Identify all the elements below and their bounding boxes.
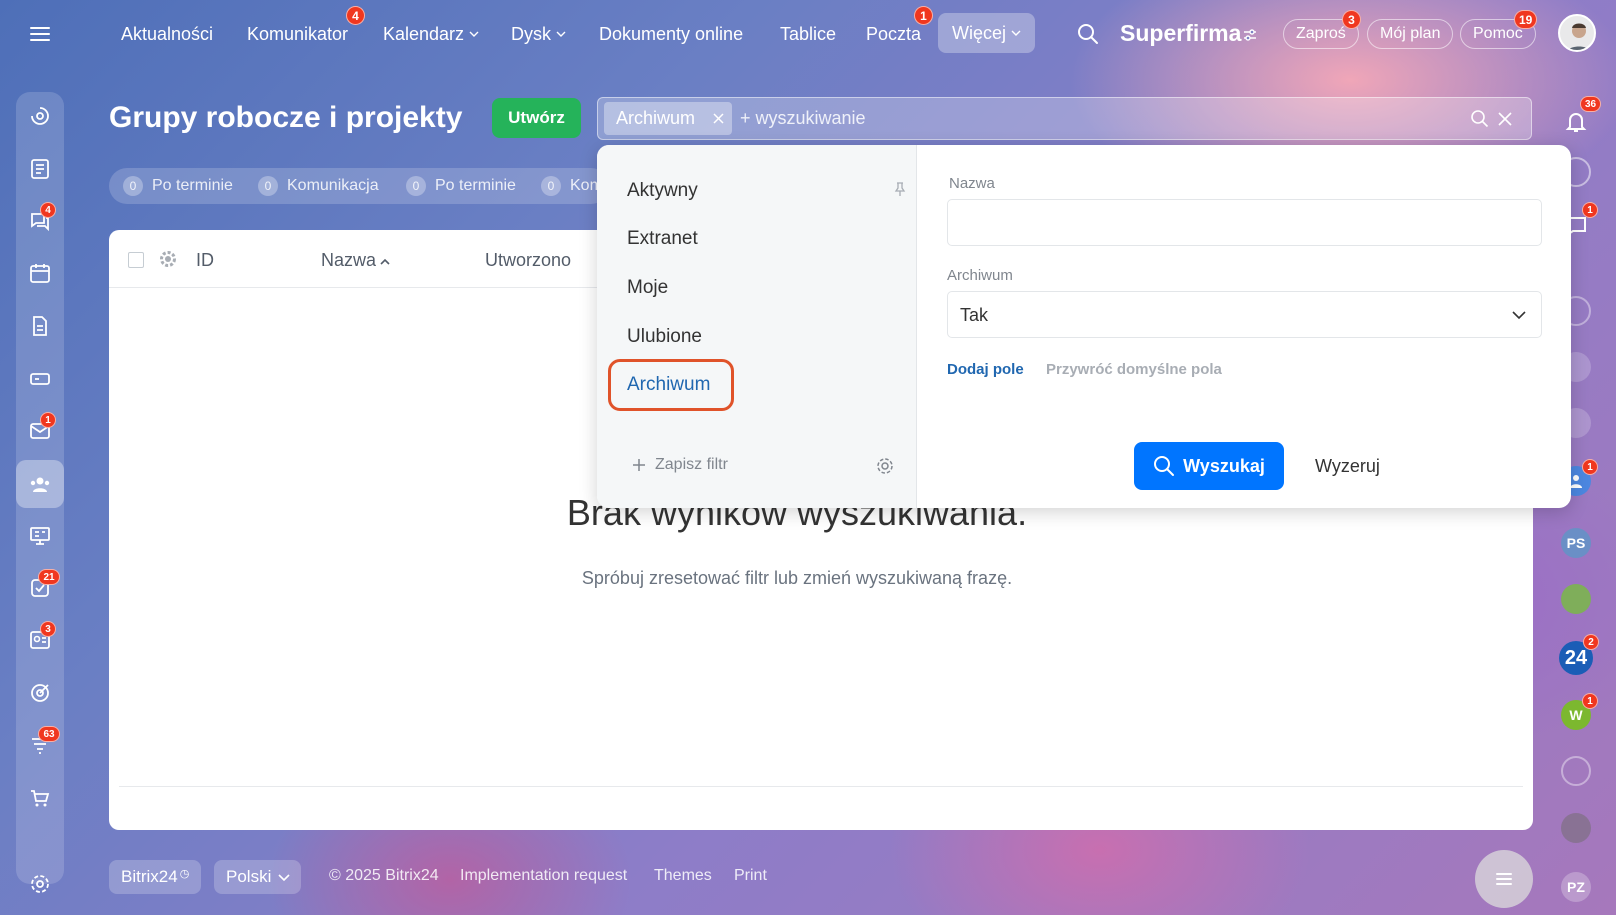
chat-support-badge: 1	[1582, 202, 1598, 218]
counter-item[interactable]: 0 Po terminie	[123, 168, 233, 204]
chevron-down-icon	[469, 31, 479, 37]
preset-aktywny[interactable]: Aktywny	[627, 180, 698, 202]
chat-fab-button[interactable]	[1475, 850, 1533, 908]
chevron-down-icon	[278, 874, 290, 882]
search-button[interactable]: Wyszukaj	[1134, 442, 1284, 490]
document-icon[interactable]	[28, 314, 52, 338]
column-header-id[interactable]: ID	[196, 250, 214, 271]
settings-sliders-icon[interactable]	[1242, 27, 1258, 43]
messenger-sidebar-badge: 4	[40, 202, 56, 218]
tasks-sidebar-badge: 21	[38, 569, 60, 585]
counter-item[interactable]: 0 Kom	[541, 168, 603, 204]
preset-ulubione[interactable]: Ulubione	[627, 326, 702, 348]
footer-divider	[119, 786, 1523, 787]
list-icon	[1496, 873, 1512, 885]
invite-badge: 3	[1342, 10, 1361, 29]
nav-wiecej[interactable]: Więcej	[938, 13, 1036, 53]
bitrix24-badge: 2	[1583, 634, 1599, 650]
chat-bubble-icon[interactable]	[1561, 584, 1591, 614]
column-header-name[interactable]: Nazwa	[321, 250, 376, 271]
avatar[interactable]	[1558, 14, 1596, 52]
copyright-text: © 2025 Bitrix24	[329, 867, 439, 884]
implementation-request-link[interactable]: Implementation request	[460, 867, 627, 885]
gear-icon[interactable]	[875, 456, 895, 476]
poczta-badge: 1	[914, 6, 933, 25]
brand-name[interactable]: Superfirma	[1120, 20, 1241, 47]
clock-icon: ◷	[179, 867, 190, 880]
nav-tablice[interactable]: Tablice	[780, 0, 836, 68]
search-icon[interactable]	[1470, 109, 1490, 129]
menu-icon[interactable]	[28, 22, 52, 46]
counter-item[interactable]: 0 Po terminie	[406, 168, 516, 204]
gear-icon[interactable]	[28, 872, 52, 896]
crm-sync-icon[interactable]	[28, 104, 52, 128]
funnel-sidebar-badge: 63	[38, 726, 60, 742]
ps-avatar[interactable]: PS	[1561, 528, 1591, 558]
drive-icon[interactable]	[28, 366, 52, 390]
nav-kalendarz[interactable]: Kalendarz	[383, 0, 479, 68]
name-field-label: Nazwa	[949, 175, 995, 192]
help-badge: 19	[1514, 10, 1538, 29]
gear-icon[interactable]	[159, 250, 177, 268]
save-filter-button[interactable]: Zapisz filtr	[631, 456, 728, 474]
search-input[interactable]: + wyszukiwanie	[740, 108, 866, 129]
presentation-icon[interactable]	[28, 524, 52, 548]
workgroups-icon[interactable]	[28, 472, 52, 496]
name-input[interactable]	[947, 199, 1542, 246]
column-header-created[interactable]: Utworzono	[485, 250, 571, 271]
search-icon[interactable]	[1077, 23, 1099, 45]
archive-select-value: Tak	[960, 305, 989, 325]
shop-cart-icon[interactable]	[28, 786, 52, 810]
filter-presets-panel: Aktywny Extranet Moje Ulubione Archiwum …	[597, 145, 917, 508]
preset-extranet[interactable]: Extranet	[627, 228, 698, 250]
counters-bar: 0 Po terminie 0 Komunikacja 0 Po terminie 0…	[109, 168, 609, 204]
preset-archiwum[interactable]: Archiwum	[627, 374, 710, 396]
plus-icon	[633, 459, 645, 471]
language-selector[interactable]: Polski	[214, 860, 302, 894]
themes-link[interactable]: Themes	[654, 867, 712, 885]
top-navigation: Aktualności Komunikator 4 Kalendarz Dysk…	[0, 0, 1616, 68]
counter-item[interactable]: 0 Komunikacja	[258, 168, 379, 204]
pin-icon[interactable]	[893, 181, 907, 197]
pz-avatar[interactable]: PZ	[1561, 872, 1591, 902]
target-icon[interactable]	[28, 681, 52, 705]
create-button[interactable]: Utwórz	[492, 98, 581, 138]
feed-icon[interactable]	[28, 157, 52, 181]
notifications-badge: 36	[1580, 96, 1602, 112]
reset-button[interactable]: Wyzeruj	[1315, 442, 1380, 490]
group-chat-badge: 1	[1582, 459, 1598, 475]
chevron-down-icon	[556, 31, 566, 37]
w-avatar-badge: 1	[1582, 693, 1598, 709]
bitrix24-footer-button[interactable]: Bitrix24 ◷	[109, 860, 202, 894]
calendar-icon[interactable]	[28, 261, 52, 285]
my-plan-button[interactable]: Mój plan	[1367, 19, 1454, 49]
photo-avatar[interactable]	[1561, 813, 1591, 843]
select-all-checkbox[interactable]	[128, 252, 144, 268]
preset-moje[interactable]: Moje	[627, 277, 668, 299]
chevron-down-icon	[1512, 311, 1526, 320]
nav-poczta[interactable]: Poczta	[866, 0, 921, 68]
crm-sidebar-badge: 3	[40, 621, 56, 637]
chevron-down-icon	[1011, 30, 1021, 36]
sort-asc-icon	[380, 258, 390, 265]
print-link[interactable]: Print	[734, 867, 767, 885]
empty-state-subtitle: Spróbuj zresetować filtr lub zmień wyszu…	[581, 568, 1013, 588]
nav-komunikator[interactable]: Komunikator	[247, 0, 348, 68]
nav-aktualnosci[interactable]: Aktualności	[121, 0, 213, 68]
archive-select[interactable]: Tak	[947, 291, 1542, 338]
page-title: Grupy robocze i projekty	[109, 101, 463, 134]
assistant-icon[interactable]	[1561, 756, 1591, 786]
komunikator-badge: 4	[346, 6, 365, 25]
search-icon	[1154, 456, 1175, 476]
restore-default-fields-link[interactable]: Przywróć domyślne pola	[1046, 361, 1222, 378]
clear-icon[interactable]	[1496, 110, 1514, 128]
add-field-link[interactable]: Dodaj pole	[947, 361, 1024, 378]
search-bar[interactable]: Archiwum + wyszukiwanie	[597, 97, 1532, 140]
nav-dokumenty-online[interactable]: Dokumenty online	[599, 0, 743, 68]
archive-field-label: Archiwum	[947, 267, 1013, 284]
filter-popup: Aktywny Extranet Moje Ulubione Archiwum …	[597, 145, 1571, 508]
nav-dysk[interactable]: Dysk	[511, 0, 566, 68]
mail-sidebar-badge: 1	[40, 412, 56, 428]
close-icon[interactable]	[710, 110, 727, 127]
